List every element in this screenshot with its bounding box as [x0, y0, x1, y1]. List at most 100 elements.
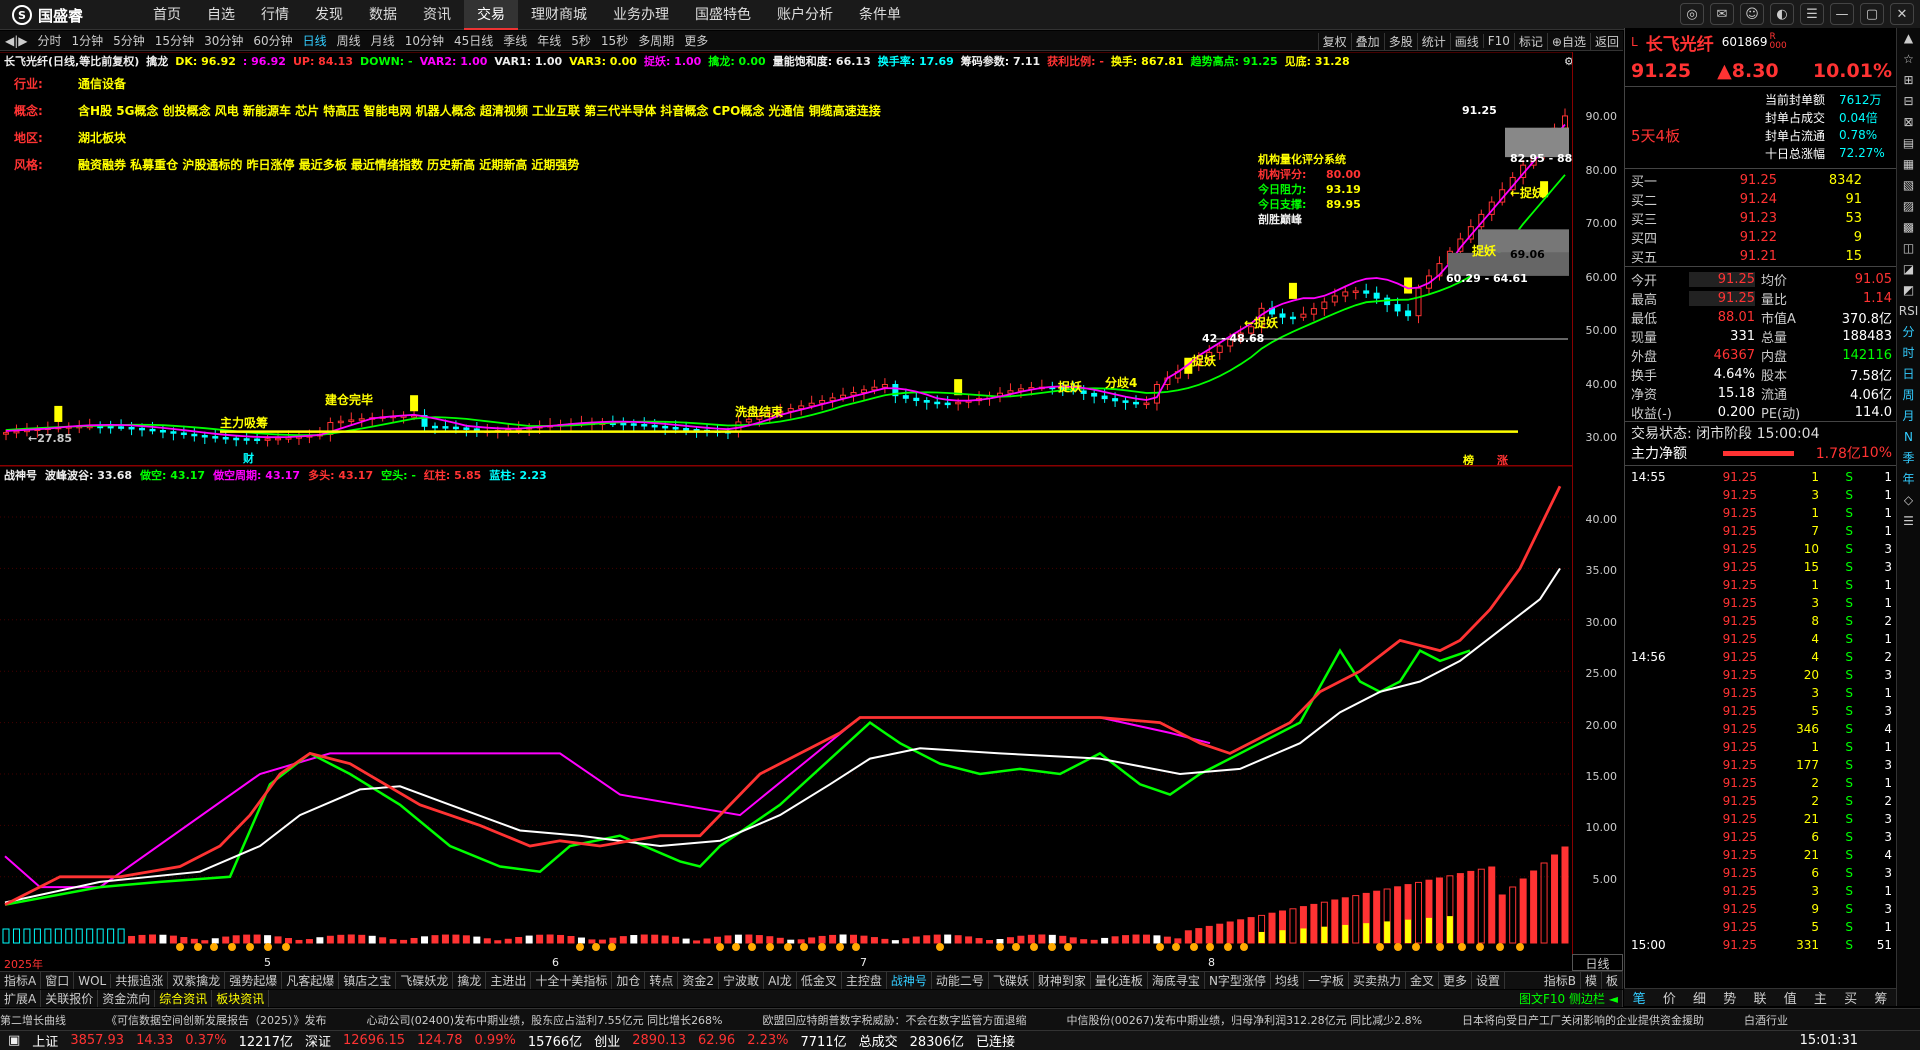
period-tab[interactable]: 月线: [366, 32, 400, 49]
toolbar-nav-icon[interactable]: ◀|▶: [0, 34, 33, 48]
side-tool-icon[interactable]: ▦: [1897, 154, 1920, 175]
chart-tool-button[interactable]: 复权: [1317, 32, 1351, 50]
side-tool-icon[interactable]: ▲: [1897, 28, 1920, 49]
indicator-tab[interactable]: 主控盘: [842, 972, 887, 989]
order-book-row[interactable]: 买四 91.22 9: [1631, 228, 1892, 247]
side-tool-icon[interactable]: ◇: [1897, 490, 1920, 511]
nav-item[interactable]: 自选: [194, 0, 248, 30]
period-tab[interactable]: 年线: [532, 32, 566, 49]
indicator-tab[interactable]: 窗口: [41, 972, 75, 989]
period-label[interactable]: 日线: [1572, 954, 1623, 971]
period-tab[interactable]: 周线: [332, 32, 366, 49]
indicator-tab[interactable]: 主进出: [486, 972, 532, 989]
order-book-row[interactable]: 买五 91.21 15: [1631, 247, 1892, 266]
period-tab[interactable]: 15秒: [596, 32, 633, 49]
chat-icon[interactable]: ◎: [1680, 3, 1704, 25]
order-book-row[interactable]: 买二 91.24 91: [1631, 190, 1892, 209]
chart-tool-button[interactable]: 标记: [1513, 32, 1547, 50]
chart-tool-button[interactable]: F10: [1482, 34, 1514, 48]
indicator-tab[interactable]: 强势起爆: [225, 972, 283, 989]
news-item[interactable]: 《可信数据空间创新发展报告（2025）》发布: [106, 1012, 327, 1028]
news-item[interactable]: 白酒行业: [1744, 1012, 1788, 1028]
chart-tool-button[interactable]: 统计: [1416, 32, 1450, 50]
info-tab[interactable]: 综合资讯: [155, 990, 213, 1007]
news-item[interactable]: 心动公司(02400)发布中期业绩，股东应占溢利7.55亿元 同比增长268%: [367, 1012, 723, 1028]
indicator-tab[interactable]: 加仓: [612, 972, 646, 989]
side-tool-icon[interactable]: ⊠: [1897, 112, 1920, 133]
nav-item[interactable]: 发现: [302, 0, 356, 30]
chart-tool-button[interactable]: ⊕自选: [1546, 32, 1590, 50]
chart-tool-button[interactable]: 叠加: [1350, 32, 1384, 50]
period-tab[interactable]: 更多: [679, 32, 713, 49]
side-tool-icon[interactable]: RSI: [1897, 301, 1920, 322]
side-tool-icon[interactable]: ☆: [1897, 49, 1920, 70]
nav-item[interactable]: 交易: [464, 0, 518, 30]
quote-tab[interactable]: 笔: [1624, 988, 1654, 1007]
order-book-row[interactable]: 买三 91.23 53: [1631, 209, 1892, 228]
indicator-tab[interactable]: 共振追涨: [111, 972, 169, 989]
indicator-tab[interactable]: 均线: [1271, 972, 1304, 989]
period-tab[interactable]: 30分钟: [199, 32, 248, 49]
side-tool-icon[interactable]: ▧: [1897, 175, 1920, 196]
user-icon[interactable]: ☺: [1740, 3, 1764, 25]
indicator-tab[interactable]: 飞碟妖龙: [396, 972, 454, 989]
indicator-tab[interactable]: 海底寻宝: [1148, 972, 1205, 989]
indicator-tab[interactable]: 凡客起爆: [282, 972, 340, 989]
period-tab[interactable]: 15分钟: [150, 32, 199, 49]
period-tab[interactable]: 1分钟: [67, 32, 109, 49]
side-tool-icon[interactable]: 季: [1897, 448, 1920, 469]
indicator-tab[interactable]: 镇店之宝: [339, 972, 397, 989]
indicator-tab[interactable]: 擒龙: [453, 972, 487, 989]
side-tool-icon[interactable]: ☰: [1897, 511, 1920, 532]
quote-tab[interactable]: 买: [1836, 988, 1866, 1007]
indicator-tab[interactable]: 十全十美指标: [531, 972, 613, 989]
period-tab[interactable]: 日线: [298, 32, 332, 49]
side-tool-icon[interactable]: 年: [1897, 469, 1920, 490]
indicator-tab[interactable]: 飞碟妖: [989, 972, 1034, 989]
info-tab[interactable]: 关联报价: [41, 990, 99, 1007]
side-tool-icon[interactable]: 周: [1897, 385, 1920, 406]
oscillator-chart[interactable]: [0, 465, 1572, 955]
order-book-row[interactable]: 买一 91.25 8342: [1631, 171, 1892, 190]
app-status-icon[interactable]: ▣: [8, 1033, 20, 1048]
period-tab[interactable]: 10分钟: [400, 32, 449, 49]
quote-tab[interactable]: 值: [1775, 988, 1805, 1007]
period-tab[interactable]: 45日线: [449, 32, 498, 49]
period-tab[interactable]: 分时: [33, 32, 67, 49]
indicator-tab[interactable]: 金叉: [1406, 972, 1439, 989]
message-icon[interactable]: ✉: [1710, 3, 1734, 25]
chart-tool-button[interactable]: 返回: [1589, 32, 1623, 50]
app-logo[interactable]: S 国盛睿: [12, 4, 83, 26]
menu-icon[interactable]: ☰: [1800, 3, 1824, 25]
nav-item[interactable]: 账户分析: [764, 0, 846, 30]
info-tab[interactable]: 扩展A: [0, 990, 42, 1007]
info-tab[interactable]: 板块资讯: [212, 990, 270, 1007]
maximize-icon[interactable]: ▢: [1860, 3, 1884, 25]
indicator-tab[interactable]: 一字板: [1304, 972, 1349, 989]
indicator-tab[interactable]: 资金2: [678, 972, 720, 989]
indicator-tab[interactable]: 财神到家: [1034, 972, 1091, 989]
indicator-tab[interactable]: 量化连板: [1091, 972, 1148, 989]
side-tool-icon[interactable]: ⊞: [1897, 70, 1920, 91]
indicator-tab[interactable]: 更多: [1439, 972, 1472, 989]
period-tab[interactable]: 季线: [498, 32, 532, 49]
period-tab[interactable]: 多周期: [633, 32, 679, 49]
quote-tab[interactable]: 主: [1805, 988, 1835, 1007]
indicator-tab[interactable]: 板: [1602, 972, 1623, 989]
news-item[interactable]: 中信股份(00267)发布中期业绩，归母净利润312.28亿元 同比减少2.8%: [1067, 1012, 1423, 1028]
indicator-tab[interactable]: N字型涨停: [1205, 972, 1271, 989]
indicator-tab[interactable]: 转点: [645, 972, 679, 989]
sidebar-toggle[interactable]: 图文F10 侧边栏 ◄: [1515, 990, 1623, 1007]
chart-tool-button[interactable]: 画线: [1449, 32, 1483, 50]
news-item[interactable]: 日本将向受日产工厂关闭影响的企业提供资金援助: [1462, 1012, 1704, 1028]
indicator-tab[interactable]: 指标B: [1540, 972, 1581, 989]
indicator-tab[interactable]: AI龙: [764, 972, 797, 989]
quote-tab[interactable]: 价: [1654, 988, 1684, 1007]
nav-item[interactable]: 国盛特色: [682, 0, 764, 30]
quote-tab[interactable]: 筹: [1866, 988, 1896, 1007]
side-tool-icon[interactable]: ◩: [1897, 280, 1920, 301]
info-tab[interactable]: 资金流向: [98, 990, 156, 1007]
side-tool-icon[interactable]: N: [1897, 427, 1920, 448]
side-tool-icon[interactable]: ▩: [1897, 217, 1920, 238]
nav-item[interactable]: 数据: [356, 0, 410, 30]
